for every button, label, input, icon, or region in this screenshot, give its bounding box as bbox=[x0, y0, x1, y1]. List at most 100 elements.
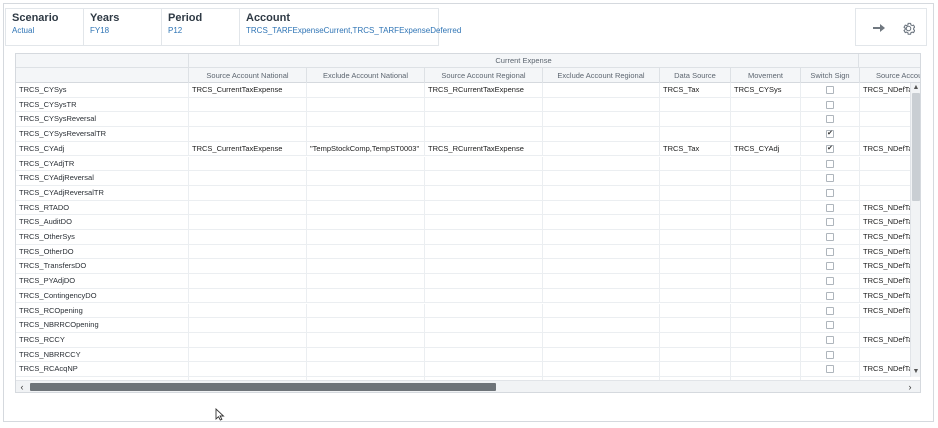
grid-cell[interactable] bbox=[659, 274, 730, 289]
switch-sign-checkbox[interactable] bbox=[826, 291, 834, 300]
grid-cell[interactable] bbox=[424, 274, 542, 289]
grid-cell[interactable] bbox=[542, 97, 659, 113]
grid-cell[interactable] bbox=[542, 141, 659, 157]
grid-cell[interactable] bbox=[859, 185, 912, 201]
grid-cell[interactable] bbox=[188, 230, 306, 245]
grid-cell[interactable]: TRCS_NDefTax bbox=[859, 362, 912, 377]
grid-cell[interactable] bbox=[659, 303, 730, 319]
grid-cell[interactable] bbox=[306, 332, 424, 348]
grid-cell[interactable] bbox=[859, 318, 912, 333]
grid-cell[interactable] bbox=[730, 171, 800, 186]
vertical-scrollbar[interactable]: ▲ ▼ bbox=[910, 83, 920, 377]
grid-cell[interactable] bbox=[306, 274, 424, 289]
grid-cell[interactable] bbox=[306, 362, 424, 377]
grid-cell[interactable] bbox=[188, 288, 306, 304]
pov-account-value[interactable]: TRCS_TARFExpenseCurrent,TRCS_TARFExpense… bbox=[246, 25, 461, 37]
grid-cell[interactable] bbox=[659, 347, 730, 363]
grid-cell[interactable] bbox=[306, 97, 424, 113]
grid-cell[interactable] bbox=[542, 362, 659, 377]
switch-sign-checkbox[interactable] bbox=[826, 159, 834, 168]
grid-cell[interactable] bbox=[542, 259, 659, 275]
grid-cell[interactable] bbox=[188, 303, 306, 319]
grid-cell[interactable] bbox=[424, 259, 542, 275]
horizontal-scrollbar[interactable]: ‹ › bbox=[16, 380, 920, 392]
pov-account[interactable]: Account TRCS_TARFExpenseCurrent,TRCS_TAR… bbox=[239, 8, 461, 46]
grid-cell[interactable] bbox=[542, 156, 659, 172]
column-header[interactable]: Source Accou bbox=[859, 68, 920, 83]
grid-cell[interactable] bbox=[188, 215, 306, 230]
grid-cell[interactable] bbox=[306, 303, 424, 319]
grid-cell[interactable] bbox=[306, 215, 424, 230]
grid-cell[interactable] bbox=[859, 97, 912, 113]
grid-cell[interactable] bbox=[542, 215, 659, 230]
switch-sign-checkbox[interactable] bbox=[826, 188, 834, 197]
grid-cell[interactable] bbox=[859, 156, 912, 172]
grid-cell[interactable] bbox=[730, 259, 800, 275]
grid-cell[interactable]: TRCS_CYSys bbox=[730, 83, 800, 98]
grid-cell[interactable] bbox=[542, 127, 659, 142]
switch-sign-checkbox[interactable] bbox=[826, 86, 834, 94]
grid-cell[interactable]: TRCS_NDefTax bbox=[859, 230, 912, 245]
grid-cell[interactable]: TRCS_RCurrentTaxExpense bbox=[424, 141, 542, 157]
column-header[interactable]: Exclude Account Regional bbox=[542, 68, 659, 83]
grid-cell[interactable] bbox=[730, 215, 800, 230]
pov-period[interactable]: Period P12 bbox=[161, 8, 239, 46]
grid-cell[interactable] bbox=[306, 288, 424, 304]
pov-scenario-value[interactable]: Actual bbox=[12, 25, 77, 37]
grid-cell[interactable] bbox=[659, 215, 730, 230]
grid-cell[interactable] bbox=[730, 362, 800, 377]
grid-cell[interactable] bbox=[730, 274, 800, 289]
switch-sign-checkbox[interactable]: ✔ bbox=[826, 144, 834, 153]
grid-cell[interactable] bbox=[859, 112, 912, 128]
grid-cell[interactable] bbox=[542, 230, 659, 245]
grid-cell[interactable] bbox=[659, 318, 730, 333]
grid-cell[interactable] bbox=[730, 244, 800, 260]
grid-cell[interactable]: TRCS_CurrentTaxExpense bbox=[188, 141, 306, 157]
grid-cell[interactable] bbox=[659, 332, 730, 348]
grid-cell[interactable]: TRCS_NDefTax bbox=[859, 288, 912, 304]
grid-cell[interactable] bbox=[730, 112, 800, 128]
grid-cell[interactable] bbox=[542, 303, 659, 319]
grid-cell[interactable] bbox=[424, 362, 542, 377]
column-header[interactable]: Movement bbox=[730, 68, 800, 83]
grid-cell[interactable] bbox=[188, 97, 306, 113]
grid-cell[interactable] bbox=[306, 200, 424, 216]
scroll-right-icon[interactable]: › bbox=[904, 381, 916, 392]
switch-sign-checkbox[interactable] bbox=[826, 100, 834, 109]
switch-sign-checkbox[interactable] bbox=[826, 335, 834, 344]
grid-cell[interactable] bbox=[659, 156, 730, 172]
grid-cell[interactable] bbox=[730, 185, 800, 201]
grid-cell[interactable] bbox=[424, 244, 542, 260]
scroll-up-icon[interactable]: ▲ bbox=[911, 83, 920, 93]
column-header[interactable]: Source Account Regional bbox=[424, 68, 542, 83]
vertical-scroll-thumb[interactable] bbox=[912, 93, 920, 201]
grid-cell[interactable] bbox=[730, 97, 800, 113]
column-header[interactable]: Exclude Account National bbox=[306, 68, 424, 83]
grid-cell[interactable] bbox=[659, 200, 730, 216]
grid-cell[interactable]: TRCS_Tax bbox=[659, 83, 730, 98]
column-header[interactable]: Switch Sign bbox=[800, 68, 859, 83]
grid-cell[interactable] bbox=[424, 200, 542, 216]
scroll-left-icon[interactable]: ‹ bbox=[16, 381, 28, 392]
grid-cell[interactable] bbox=[859, 127, 912, 142]
pov-scenario[interactable]: Scenario Actual bbox=[5, 8, 83, 46]
switch-sign-checkbox[interactable] bbox=[826, 247, 834, 256]
grid-cell[interactable] bbox=[188, 127, 306, 142]
switch-sign-checkbox[interactable]: ✔ bbox=[826, 130, 834, 139]
grid-cell[interactable] bbox=[659, 259, 730, 275]
grid-cell[interactable] bbox=[542, 347, 659, 363]
grid-cell[interactable]: TRCS_NDefTax bbox=[859, 141, 912, 157]
grid-cell[interactable] bbox=[542, 244, 659, 260]
switch-sign-checkbox[interactable] bbox=[826, 350, 834, 359]
grid-cell[interactable] bbox=[424, 230, 542, 245]
grid-cell[interactable] bbox=[424, 215, 542, 230]
grid-cell[interactable] bbox=[306, 230, 424, 245]
grid-cell[interactable] bbox=[424, 303, 542, 319]
grid-cell[interactable] bbox=[659, 185, 730, 201]
grid-cell[interactable] bbox=[188, 274, 306, 289]
grid-cell[interactable] bbox=[730, 303, 800, 319]
grid-cell[interactable] bbox=[188, 347, 306, 363]
switch-sign-checkbox[interactable] bbox=[826, 203, 834, 212]
grid-cell[interactable]: TRCS_CYAdj bbox=[730, 141, 800, 157]
grid-cell[interactable] bbox=[730, 288, 800, 304]
